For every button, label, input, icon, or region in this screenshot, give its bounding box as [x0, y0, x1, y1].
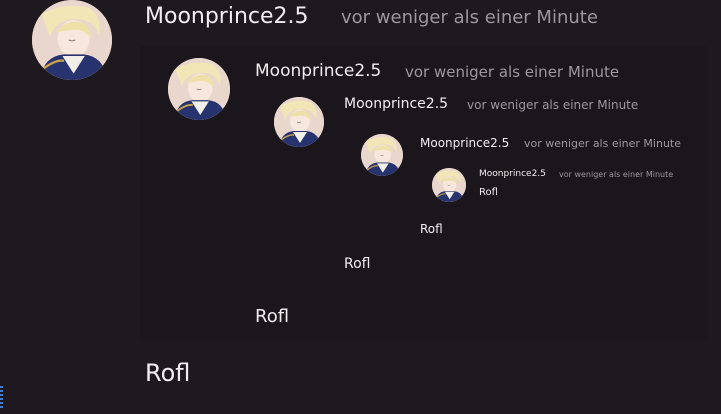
message-timestamp: vor weniger als einer Minute	[467, 98, 639, 112]
message-timestamp: vor weniger als einer Minute	[341, 7, 598, 28]
message-text: Rofl	[145, 359, 191, 387]
message-author[interactable]: Moonprince2.5	[145, 4, 309, 29]
message-author[interactable]: Moonprince2.5	[344, 96, 448, 112]
message-text: Rofl	[255, 306, 290, 327]
user-avatar-icon[interactable]	[432, 168, 466, 202]
message-text: Rofl	[344, 256, 371, 272]
message-author[interactable]: Moonprince2.5	[255, 61, 381, 81]
user-avatar-icon[interactable]	[361, 134, 403, 176]
user-avatar-icon[interactable]	[274, 97, 324, 147]
message-timestamp: vor weniger als einer Minute	[559, 170, 674, 179]
user-avatar-icon[interactable]	[32, 0, 112, 80]
scroll-indicator	[0, 386, 3, 408]
message-timestamp: vor weniger als einer Minute	[524, 137, 681, 150]
message-timestamp: vor weniger als einer Minute	[405, 63, 620, 81]
message-text: Rofl	[479, 187, 498, 198]
user-avatar-icon[interactable]	[168, 58, 230, 120]
message-author[interactable]: Moonprince2.5	[479, 169, 546, 179]
message-author[interactable]: Moonprince2.5	[420, 136, 509, 150]
message-text: Rofl	[420, 222, 443, 236]
